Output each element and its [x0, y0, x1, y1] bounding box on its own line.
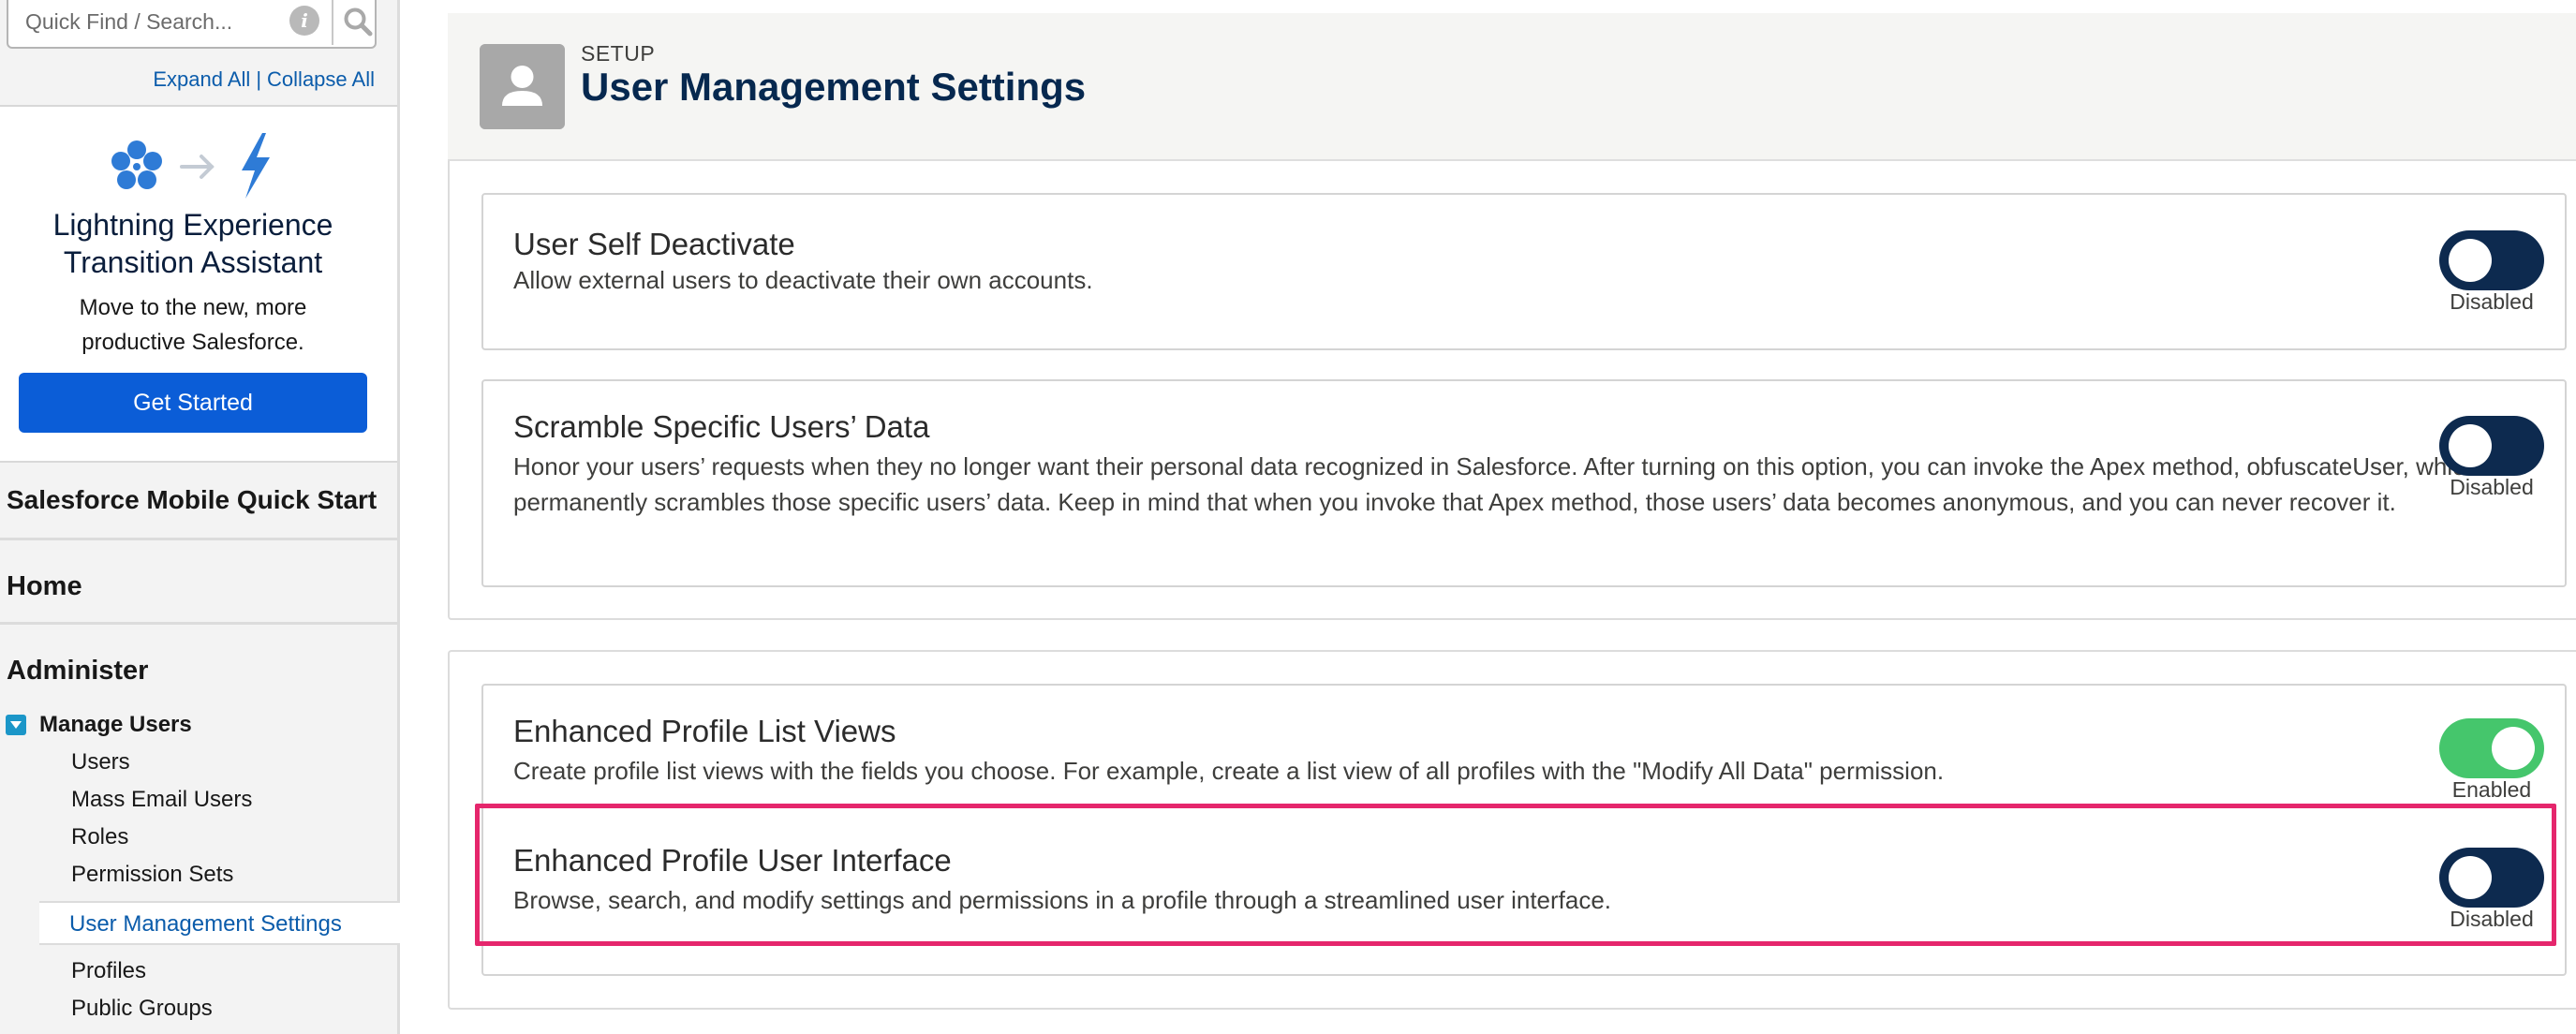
lightning-transition-description: Move to the new, more productive Salesfo… — [79, 295, 307, 355]
search-divider — [332, 0, 333, 45]
settings-group-profiles: Enhanced Profile List Views Create profi… — [448, 650, 2576, 1010]
breadcrumb: SETUP — [581, 41, 656, 66]
setting-card-group-profiles: Enhanced Profile List Views Create profi… — [481, 684, 2567, 976]
search-icon[interactable] — [341, 5, 375, 38]
lightning-transition-title: Lightning Experience Transition Assistan… — [52, 208, 333, 279]
sidebar-item-public-groups[interactable]: Public Groups — [71, 996, 213, 1022]
sidebar-item-permission-sets[interactable]: Permission Sets — [71, 862, 233, 888]
expand-all-link[interactable]: Expand All — [153, 67, 250, 91]
sidebar-item-users[interactable]: Users — [71, 749, 130, 776]
sidebar-item-roles[interactable]: Roles — [71, 824, 128, 850]
sidebar-item-user-management-settings[interactable]: User Management Settings — [39, 901, 400, 945]
enhanced-profile-list-views-toggle[interactable] — [2439, 718, 2544, 778]
collapse-all-link[interactable]: Collapse All — [267, 67, 375, 91]
setting-description: Allow external users to deactivate their… — [513, 266, 1093, 294]
toggle-status-label: Enabled — [2451, 777, 2532, 802]
scramble-users-data-toggle[interactable] — [2439, 416, 2544, 476]
setting-title: Enhanced Profile User Interface — [513, 843, 952, 878]
expand-collapse-links: Expand All | Collapse All — [153, 67, 375, 92]
user-self-deactivate-toggle[interactable] — [2439, 230, 2544, 290]
toggle-knob — [2449, 856, 2492, 899]
page-title: User Management Settings — [581, 65, 1087, 109]
sidebar-item-profiles[interactable]: Profiles — [71, 958, 146, 984]
page-header: SETUP User Management Settings — [448, 13, 2576, 161]
nav-manage-users[interactable]: Manage Users — [6, 712, 192, 738]
setting-card-user-self-deactivate: User Self Deactivate Allow external user… — [481, 193, 2567, 350]
main-content: SETUP User Management Settings User Self… — [448, 13, 2576, 1034]
quick-find-box: i — [7, 0, 377, 49]
user-icon — [480, 44, 565, 129]
toggle-status-label: Disabled — [2450, 475, 2534, 499]
nav-salesforce-mobile-quick-start[interactable]: Salesforce Mobile Quick Start — [0, 468, 397, 540]
lightning-transition-graphic — [111, 133, 270, 199]
setting-title: Enhanced Profile List Views — [513, 714, 896, 748]
lightning-transition-panel: Lightning Experience Transition Assistan… — [0, 105, 397, 463]
settings-group-privacy: User Self Deactivate Allow external user… — [448, 161, 2576, 620]
link-separator: | — [256, 67, 262, 91]
info-icon[interactable]: i — [289, 6, 319, 36]
nav-home[interactable]: Home — [0, 543, 397, 625]
lightning-bolt-icon — [242, 133, 270, 199]
setting-description: Browse, search, and modify settings and … — [513, 886, 1612, 914]
setup-sidebar: i Expand All|Collapse All — [0, 0, 400, 1034]
arrow-right-icon — [180, 155, 215, 179]
toggle-knob — [2449, 239, 2492, 282]
setting-card-scramble-users-data: Scramble Specific Users’ Data Honor your… — [481, 379, 2567, 587]
setting-description: Honor your users’ requests when they no … — [513, 452, 2479, 516]
toggle-status-label: Disabled — [2450, 289, 2534, 314]
sidebar-item-mass-email-users[interactable]: Mass Email Users — [71, 787, 252, 813]
toggle-status-label: Disabled — [2450, 907, 2534, 931]
get-started-button[interactable]: Get Started — [19, 373, 367, 433]
collapse-icon[interactable] — [6, 715, 26, 735]
setting-description: Create profile list views with the field… — [513, 757, 1945, 785]
setting-title: Scramble Specific Users’ Data — [513, 409, 930, 444]
toggle-knob — [2492, 727, 2535, 770]
flower-icon — [111, 140, 162, 189]
setting-title: User Self Deactivate — [513, 227, 795, 261]
manage-users-label: Manage Users — [39, 712, 192, 737]
enhanced-profile-user-interface-toggle[interactable] — [2439, 848, 2544, 908]
sidebar-item-label: User Management Settings — [69, 911, 342, 937]
toggle-knob — [2449, 424, 2492, 467]
quick-find-input[interactable] — [25, 4, 269, 39]
nav-administer: Administer — [7, 656, 149, 686]
